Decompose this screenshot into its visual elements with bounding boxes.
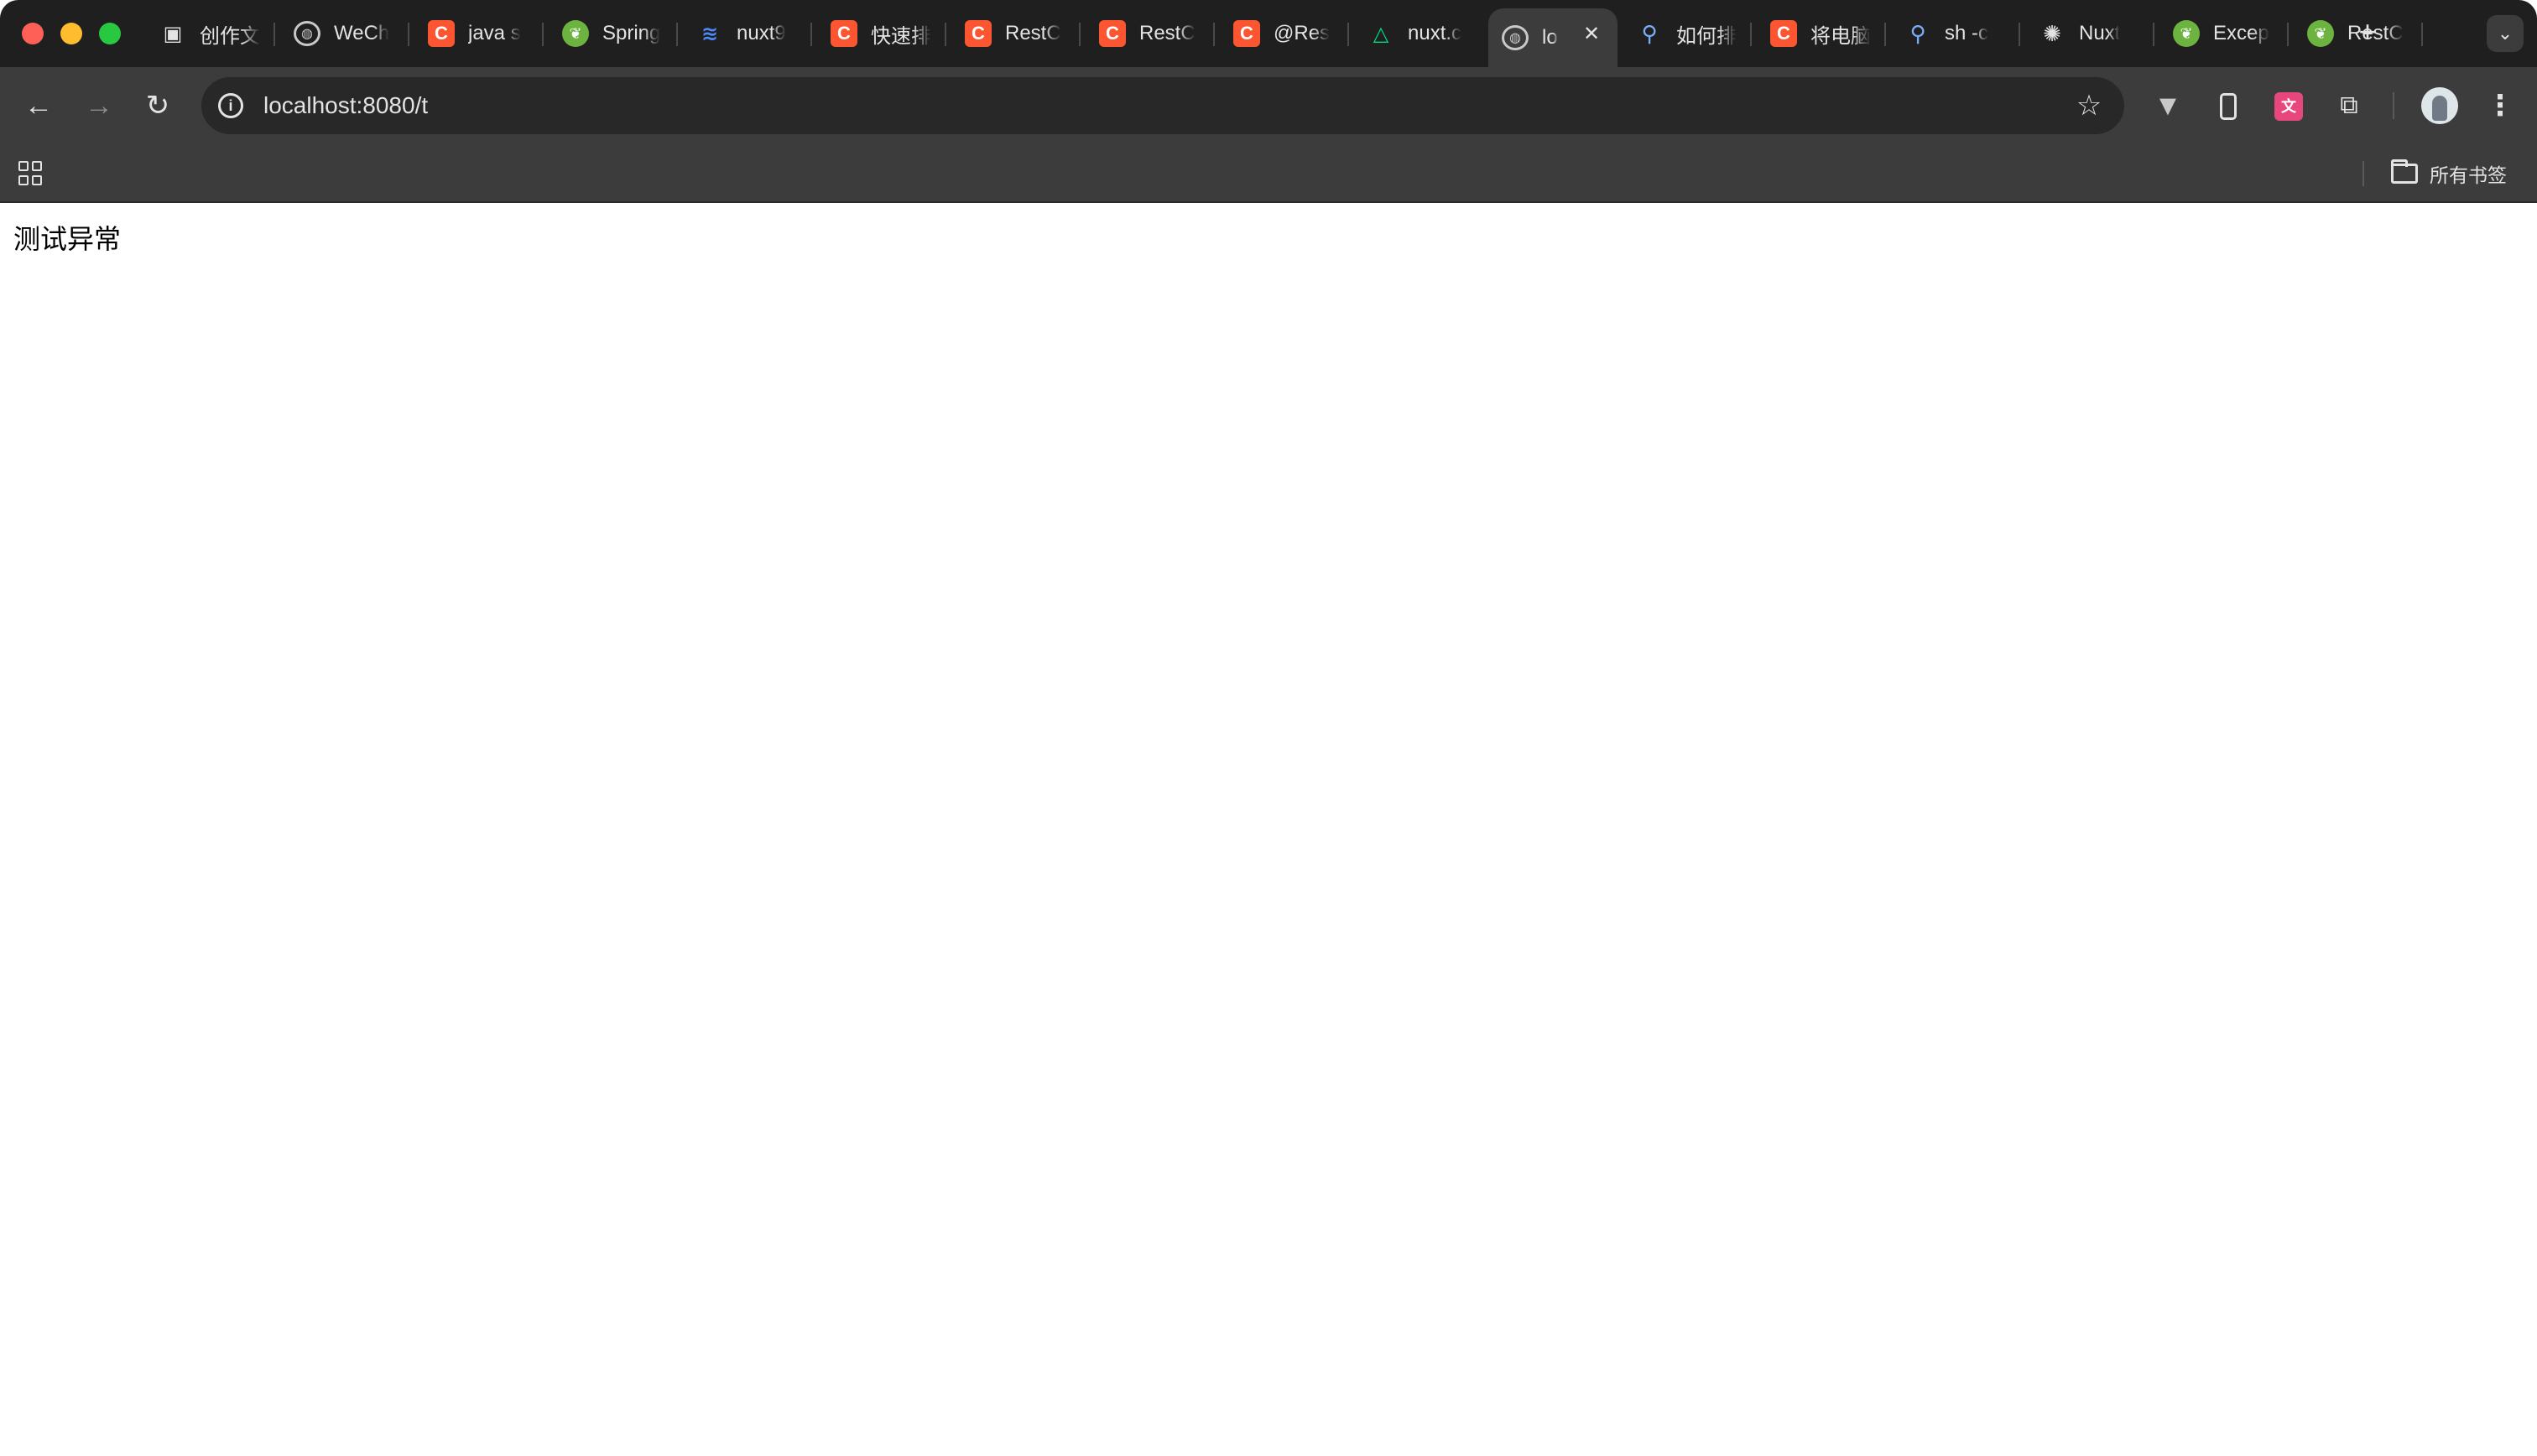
reload-button[interactable]: ↻ (138, 86, 178, 126)
tab-separator (2287, 23, 2289, 46)
tab-separator (1884, 23, 1886, 46)
tab-title: RestC (1139, 22, 1196, 44)
extensions-puzzle-icon[interactable]: ⧉ (2329, 86, 2369, 126)
tab[interactable]: Cjava s (414, 8, 544, 59)
tab-title: nuxt9 (737, 22, 786, 44)
spring-icon: ❦ (2307, 20, 2334, 47)
tab[interactable]: ⚲ sh -c (1891, 8, 2020, 59)
back-button[interactable]: ← (18, 86, 59, 126)
csdn-icon: C (965, 20, 992, 47)
profile-avatar[interactable] (2421, 87, 2458, 124)
tab-separator (2421, 23, 2423, 46)
tab[interactable]: ❦ Excep (2159, 8, 2289, 59)
csdn-icon: C (1770, 20, 1797, 47)
toolbar: ← → ↻ i localhost:8080/t ☆ ▼ 文 ⧉ ⋮ (0, 67, 2537, 144)
tab-search-button[interactable]: ⌄ (2487, 15, 2524, 52)
forward-button[interactable]: → (79, 86, 119, 126)
tab-separator (945, 23, 946, 46)
page-body-text: 测试异常 (13, 223, 122, 255)
globe-icon: ◍ (1502, 25, 1529, 50)
tab-separator (1347, 23, 1349, 46)
tab[interactable]: ⚲ 如何排 (1623, 8, 1752, 59)
tab-separator (1079, 23, 1081, 46)
globe-icon: ◍ (294, 21, 320, 46)
window-maximize-button[interactable] (99, 23, 121, 44)
vue-devtools-extension-icon[interactable]: ▼ (2148, 86, 2188, 126)
tab-separator (2019, 23, 2020, 46)
tab[interactable]: △ nuxt.c (1354, 8, 1483, 59)
address-bar[interactable]: i localhost:8080/t ☆ (201, 77, 2124, 134)
tab-title: 如何排 (1676, 24, 1737, 48)
apps-grid-icon[interactable] (18, 161, 44, 186)
tab-separator (1213, 23, 1215, 46)
tab-title: nuxt.c (1408, 22, 1462, 44)
browser-window: ▣ 创作文 ◍ WeCh Cjava s ❦ Spring ≋ nuxt9 C 快速排 C RestC C… (0, 0, 2537, 1456)
site-info-icon[interactable]: i (218, 93, 243, 118)
folder-icon (2391, 159, 2418, 184)
tab-title: @Res (1274, 22, 1331, 44)
layers-icon: ≋ (701, 22, 719, 45)
tab-separator (1750, 23, 1752, 46)
nuxt-icon: △ (1373, 22, 1389, 45)
tab[interactable]: C 将电脑 (1757, 8, 1886, 59)
tab-title: Spring (602, 22, 661, 44)
toolbar-divider (2393, 92, 2394, 119)
arrow-left-icon: ← (24, 90, 53, 122)
tab-separator (810, 23, 812, 46)
tab[interactable]: ◍ WeCh (280, 8, 409, 59)
tab-active[interactable]: ◍ lo ✕ (1488, 8, 1618, 67)
tab[interactable]: C @Res (1220, 8, 1349, 59)
search-icon: ⚲ (1909, 20, 1926, 46)
tab-title: WeCh (334, 22, 390, 44)
bookmark-star-icon[interactable]: ☆ (2071, 87, 2107, 124)
tab[interactable]: C RestC (951, 8, 1081, 59)
tab-separator (408, 23, 409, 46)
tab-title: RestC (1005, 22, 1061, 44)
new-tab-button[interactable]: + (2352, 15, 2383, 49)
tab-title: 创作文 (200, 24, 260, 48)
search-icon: ⚲ (1641, 20, 1658, 46)
tab-title: 快速排 (871, 24, 931, 48)
csdn-icon: C (831, 20, 857, 47)
tab[interactable]: ❦ Spring (549, 8, 678, 59)
close-tab-icon[interactable]: ✕ (1581, 23, 1602, 45)
window-minimize-button[interactable] (60, 23, 82, 44)
device-mode-extension-icon[interactable] (2208, 86, 2248, 126)
all-bookmarks-button[interactable]: 所有书签 (2391, 144, 2507, 203)
spring-icon: ❦ (562, 20, 589, 47)
translate-extension-icon[interactable]: 文 (2269, 86, 2309, 126)
all-bookmarks-label: 所有书签 (2430, 164, 2507, 186)
tab[interactable]: C 快速排 (817, 8, 946, 59)
page-content: 测试异常 (0, 203, 2537, 1456)
tab-separator (676, 23, 678, 46)
tab[interactable]: ≋ nuxt9 (683, 8, 812, 59)
tab-title: 将电脑 (1810, 24, 1871, 48)
spring-icon: ❦ (2173, 20, 2200, 47)
window-close-button[interactable] (22, 23, 44, 44)
more-menu-icon[interactable]: ⋮ (2483, 86, 2517, 126)
tab-title: Nuxt (2079, 22, 2121, 44)
tab-separator (542, 23, 544, 46)
tab-title: lo (1542, 26, 1558, 49)
bookmarks-divider (2362, 161, 2364, 186)
csdn-icon: C (428, 20, 455, 47)
openai-icon: ✺ (2043, 20, 2061, 46)
bookmarks-bar: 所有书签 (0, 144, 2537, 203)
tab[interactable]: ▣ 创作文 (146, 8, 275, 59)
robot-icon: ▣ (163, 22, 183, 45)
tab-title: java s (468, 22, 521, 44)
tab-title: Excep (2213, 22, 2269, 44)
csdn-icon: C (1233, 20, 1260, 47)
tab-separator (2153, 23, 2154, 46)
tab-title: sh -c (1945, 22, 1989, 44)
tab[interactable]: C RestC (1086, 8, 1215, 59)
csdn-icon: C (1099, 20, 1126, 47)
url-text[interactable]: localhost:8080/t (263, 77, 428, 134)
tab-separator (273, 23, 275, 46)
tab-strip: ▣ 创作文 ◍ WeCh Cjava s ❦ Spring ≋ nuxt9 C 快速排 C RestC C… (0, 0, 2537, 67)
tab[interactable]: ✺ Nuxt (2025, 8, 2154, 59)
arrow-right-icon: → (85, 90, 113, 122)
reload-icon: ↻ (145, 90, 170, 122)
